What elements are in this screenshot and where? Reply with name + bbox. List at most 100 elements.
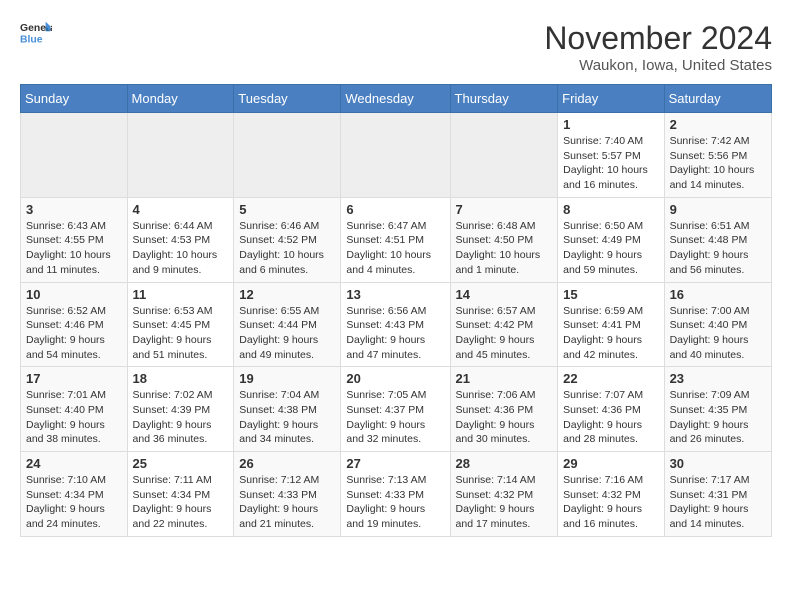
calendar-cell: 4Sunrise: 6:44 AMSunset: 4:53 PMDaylight… [127, 197, 234, 282]
calendar-cell: 14 Sunrise: 6:57 AMSunset: 4:42 PMDayligh… [450, 282, 558, 367]
day-info: Sunrise: 6:48 AMSunset: 4:50 PMDaylight:… [456, 219, 553, 278]
day-info: Sunrise: 7:11 AMSunset: 4:34 PMDaylight:… [133, 473, 229, 532]
day-info: Sunrise: 7:16 AMSunset: 4:32 PMDaylight:… [563, 473, 658, 532]
day-number: 9 [670, 202, 766, 217]
calendar-cell: 25 Sunrise: 7:11 AMSunset: 4:34 PMDayligh… [127, 452, 234, 537]
day-number: 2 [670, 117, 766, 132]
day-number: 23 [670, 371, 766, 386]
calendar-cell: 12 Sunrise: 6:55 AMSunset: 4:44 PMDayligh… [234, 282, 341, 367]
day-info: Sunrise: 7:00 AMSunset: 4:40 PMDaylight:… [670, 304, 766, 363]
day-number: 5 [239, 202, 335, 217]
calendar-cell: 24 Sunrise: 7:10 AMSunset: 4:34 PMDayligh… [21, 452, 128, 537]
calendar-cell: 8 Sunrise: 6:50 AMSunset: 4:49 PMDaylight… [558, 197, 664, 282]
day-number: 8 [563, 202, 658, 217]
logo-icon: General Blue [20, 20, 52, 48]
day-info: Sunrise: 6:50 AMSunset: 4:49 PMDaylight:… [563, 219, 658, 278]
calendar-cell: 6 Sunrise: 6:47 AMSunset: 4:51 PMDaylight… [341, 197, 450, 282]
day-info: Sunrise: 6:47 AMSunset: 4:51 PMDaylight:… [346, 219, 444, 278]
day-info: Sunrise: 6:52 AMSunset: 4:46 PMDaylight:… [26, 304, 122, 363]
title-area: November 2024 Waukon, Iowa, United State… [544, 20, 772, 74]
calendar-cell: 16Sunrise: 7:00 AMSunset: 4:40 PMDayligh… [664, 282, 771, 367]
day-info: Sunrise: 7:10 AMSunset: 4:34 PMDaylight:… [26, 473, 122, 532]
day-info: Sunrise: 6:53 AMSunset: 4:45 PMDaylight:… [133, 304, 229, 363]
calendar-cell: 27Sunrise: 7:13 AMSunset: 4:33 PMDayligh… [341, 452, 450, 537]
day-info: Sunrise: 7:02 AMSunset: 4:39 PMDaylight:… [133, 388, 229, 447]
day-number: 20 [346, 371, 444, 386]
calendar-cell: 5 Sunrise: 6:46 AMSunset: 4:52 PMDaylight… [234, 197, 341, 282]
day-info: Sunrise: 7:05 AMSunset: 4:37 PMDaylight:… [346, 388, 444, 447]
calendar-cell [234, 113, 341, 198]
day-number: 29 [563, 456, 658, 471]
header: General Blue November 2024 Waukon, Iowa,… [20, 20, 772, 74]
calendar-cell: 7 Sunrise: 6:48 AMSunset: 4:50 PMDaylight… [450, 197, 558, 282]
day-info: Sunrise: 6:43 AMSunset: 4:55 PMDaylight:… [26, 219, 122, 278]
day-header-monday: Monday [127, 85, 234, 113]
day-number: 22 [563, 371, 658, 386]
day-info: Sunrise: 6:56 AMSunset: 4:43 PMDaylight:… [346, 304, 444, 363]
day-header-tuesday: Tuesday [234, 85, 341, 113]
day-info: Sunrise: 7:04 AMSunset: 4:38 PMDaylight:… [239, 388, 335, 447]
day-number: 18 [133, 371, 229, 386]
day-number: 12 [239, 287, 335, 302]
calendar-cell: 9 Sunrise: 6:51 AMSunset: 4:48 PMDaylight… [664, 197, 771, 282]
day-info: Sunrise: 7:01 AMSunset: 4:40 PMDaylight:… [26, 388, 122, 447]
day-number: 1 [563, 117, 658, 132]
day-info: Sunrise: 6:59 AMSunset: 4:41 PMDaylight:… [563, 304, 658, 363]
calendar-cell: 22 Sunrise: 7:07 AMSunset: 4:36 PMDayligh… [558, 367, 664, 452]
day-info: Sunrise: 6:57 AMSunset: 4:42 PMDaylight:… [456, 304, 553, 363]
calendar-cell: 20 Sunrise: 7:05 AMSunset: 4:37 PMDayligh… [341, 367, 450, 452]
week-row-1: 1 Sunrise: 7:40 AMSunset: 5:57 PMDaylight… [21, 113, 772, 198]
day-number: 19 [239, 371, 335, 386]
day-number: 28 [456, 456, 553, 471]
day-header-friday: Friday [558, 85, 664, 113]
calendar-cell [341, 113, 450, 198]
calendar-cell: 2Sunrise: 7:42 AMSunset: 5:56 PMDaylight… [664, 113, 771, 198]
calendar-cell: 11 Sunrise: 6:53 AMSunset: 4:45 PMDayligh… [127, 282, 234, 367]
day-info: Sunrise: 7:06 AMSunset: 4:36 PMDaylight:… [456, 388, 553, 447]
day-info: Sunrise: 7:14 AMSunset: 4:32 PMDaylight:… [456, 473, 553, 532]
day-number: 26 [239, 456, 335, 471]
day-number: 7 [456, 202, 553, 217]
calendar-cell: 19 Sunrise: 7:04 AMSunset: 4:38 PMDayligh… [234, 367, 341, 452]
calendar-cell: 1 Sunrise: 7:40 AMSunset: 5:57 PMDaylight… [558, 113, 664, 198]
calendar-cell [127, 113, 234, 198]
day-number: 24 [26, 456, 122, 471]
calendar-cell: 30Sunrise: 7:17 AMSunset: 4:31 PMDayligh… [664, 452, 771, 537]
day-info: Sunrise: 6:51 AMSunset: 4:48 PMDaylight:… [670, 219, 766, 278]
week-row-5: 24 Sunrise: 7:10 AMSunset: 4:34 PMDayligh… [21, 452, 772, 537]
day-number: 17 [26, 371, 122, 386]
day-header-sunday: Sunday [21, 85, 128, 113]
day-number: 27 [346, 456, 444, 471]
calendar-cell: 15 Sunrise: 6:59 AMSunset: 4:41 PMDayligh… [558, 282, 664, 367]
day-info: Sunrise: 7:17 AMSunset: 4:31 PMDaylight:… [670, 473, 766, 532]
day-header-thursday: Thursday [450, 85, 558, 113]
calendar-cell: 21Sunrise: 7:06 AMSunset: 4:36 PMDayligh… [450, 367, 558, 452]
day-number: 15 [563, 287, 658, 302]
calendar-cell: 18 Sunrise: 7:02 AMSunset: 4:39 PMDayligh… [127, 367, 234, 452]
day-number: 11 [133, 287, 229, 302]
calendar-cell: 3Sunrise: 6:43 AMSunset: 4:55 PMDaylight… [21, 197, 128, 282]
day-number: 25 [133, 456, 229, 471]
week-row-3: 10 Sunrise: 6:52 AMSunset: 4:46 PMDayligh… [21, 282, 772, 367]
day-number: 10 [26, 287, 122, 302]
day-header-wednesday: Wednesday [341, 85, 450, 113]
day-number: 14 [456, 287, 553, 302]
day-number: 4 [133, 202, 229, 217]
day-info: Sunrise: 7:40 AMSunset: 5:57 PMDaylight:… [563, 134, 658, 193]
location-subtitle: Waukon, Iowa, United States [544, 57, 772, 74]
day-header-saturday: Saturday [664, 85, 771, 113]
day-info: Sunrise: 7:09 AMSunset: 4:35 PMDaylight:… [670, 388, 766, 447]
week-row-4: 17 Sunrise: 7:01 AMSunset: 4:40 PMDayligh… [21, 367, 772, 452]
calendar-cell [450, 113, 558, 198]
day-info: Sunrise: 7:12 AMSunset: 4:33 PMDaylight:… [239, 473, 335, 532]
day-info: Sunrise: 7:07 AMSunset: 4:36 PMDaylight:… [563, 388, 658, 447]
logo: General Blue [20, 20, 52, 48]
calendar-cell: 28 Sunrise: 7:14 AMSunset: 4:32 PMDayligh… [450, 452, 558, 537]
calendar-table: SundayMondayTuesdayWednesdayThursdayFrid… [20, 84, 772, 537]
day-number: 6 [346, 202, 444, 217]
calendar-cell: 13Sunrise: 6:56 AMSunset: 4:43 PMDayligh… [341, 282, 450, 367]
day-info: Sunrise: 6:55 AMSunset: 4:44 PMDaylight:… [239, 304, 335, 363]
day-info: Sunrise: 6:46 AMSunset: 4:52 PMDaylight:… [239, 219, 335, 278]
calendar-cell [21, 113, 128, 198]
month-title: November 2024 [544, 20, 772, 57]
